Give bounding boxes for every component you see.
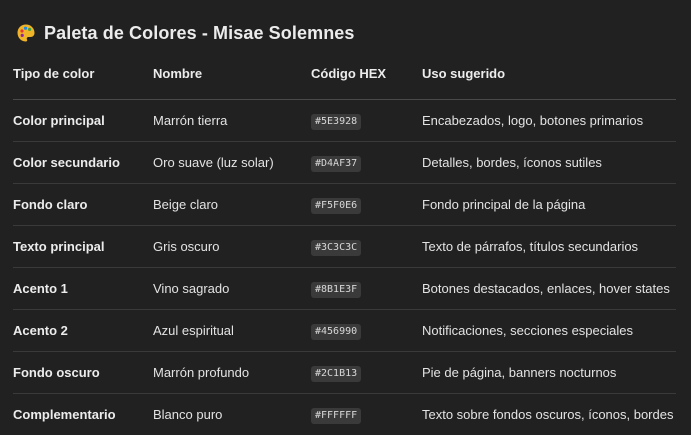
cell-hex: #5E3928	[311, 99, 422, 142]
cell-use: Detalles, bordes, íconos sutiles	[422, 141, 676, 184]
cell-name: Gris oscuro	[153, 225, 311, 268]
cell-name: Marrón profundo	[153, 351, 311, 394]
hex-code: #FFFFFF	[311, 407, 362, 424]
color-palette-table: Tipo de color Nombre Código HEX Uso suge…	[13, 66, 676, 435]
header-tipo-de-color: Tipo de color	[13, 66, 153, 100]
cell-name: Beige claro	[153, 183, 311, 226]
table-row: Acento 1 Vino sagrado #8B1E3F Botones de…	[13, 267, 676, 310]
hex-code: #8B1E3F	[311, 281, 362, 298]
cell-type: Acento 2	[13, 309, 153, 352]
artist-palette-icon	[16, 23, 36, 43]
cell-name: Vino sagrado	[153, 267, 311, 310]
cell-name: Azul espiritual	[153, 309, 311, 352]
hex-code: #5E3928	[311, 113, 362, 130]
cell-type: Color principal	[13, 99, 153, 142]
table-header-row: Tipo de color Nombre Código HEX Uso suge…	[13, 66, 676, 100]
header-uso-sugerido: Uso sugerido	[422, 66, 676, 100]
page-title: Paleta de Colores - Misae Solemnes	[44, 22, 355, 43]
cell-hex: #456990	[311, 309, 422, 352]
cell-use: Texto sobre fondos oscuros, íconos, bord…	[422, 407, 674, 422]
table-row: Acento 2 Azul espiritual #456990 Notific…	[13, 309, 676, 352]
cell-use: Fondo principal de la página	[422, 183, 676, 226]
cell-hex: #8B1E3F	[311, 267, 422, 310]
hex-code: #D4AF37	[311, 155, 362, 172]
header-codigo-hex: Código HEX	[311, 66, 422, 100]
cell-use: Texto de párrafos, títulos secundarios	[422, 225, 676, 268]
cell-use: Botones destacados, enlaces, hover state…	[422, 267, 676, 310]
cell-hex: #F5F0E6	[311, 183, 422, 226]
title-row: Paleta de Colores - Misae Solemnes	[13, 0, 676, 66]
cell-name: Oro suave (luz solar)	[153, 141, 311, 184]
cell-hex: #FFFFFF	[311, 394, 422, 435]
cell-use: Notificaciones, secciones especiales	[422, 309, 676, 352]
cell-hex: #D4AF37	[311, 141, 422, 184]
cell-type: Color secundario	[13, 141, 153, 184]
header-nombre: Nombre	[153, 66, 311, 100]
hex-code: #456990	[311, 323, 362, 340]
cell-hex: #2C1B13	[311, 351, 422, 394]
hex-code: #F5F0E6	[311, 197, 362, 214]
table-row: Texto principal Gris oscuro #3C3C3C Text…	[13, 225, 676, 268]
cell-type: Texto principal	[13, 225, 153, 268]
cell-type: Fondo oscuro	[13, 351, 153, 394]
table-row: Fondo oscuro Marrón profundo #2C1B13 Pie…	[13, 351, 676, 394]
table-row: Color principal Marrón tierra #5E3928 En…	[13, 99, 676, 142]
cell-use: Encabezados, logo, botones primarios	[422, 99, 676, 142]
cell-type: Complementario	[13, 407, 116, 422]
table-row: Fondo claro Beige claro #F5F0E6 Fondo pr…	[13, 183, 676, 226]
hex-code: #3C3C3C	[311, 239, 362, 256]
cell-name: Marrón tierra	[153, 99, 311, 142]
cell-type: Fondo claro	[13, 183, 153, 226]
cell-hex: #3C3C3C	[311, 225, 422, 268]
table-row: Color secundario Oro suave (luz solar) #…	[13, 141, 676, 184]
cell-type: Acento 1	[13, 267, 153, 310]
table-row: Complementario Blanco puro #FFFFFF Texto…	[13, 394, 676, 435]
hex-code: #2C1B13	[311, 365, 362, 382]
palette-document: Paleta de Colores - Misae Solemnes Tipo …	[0, 0, 691, 435]
cell-name: Blanco puro	[153, 407, 223, 422]
cell-use: Pie de página, banners nocturnos	[422, 351, 676, 394]
